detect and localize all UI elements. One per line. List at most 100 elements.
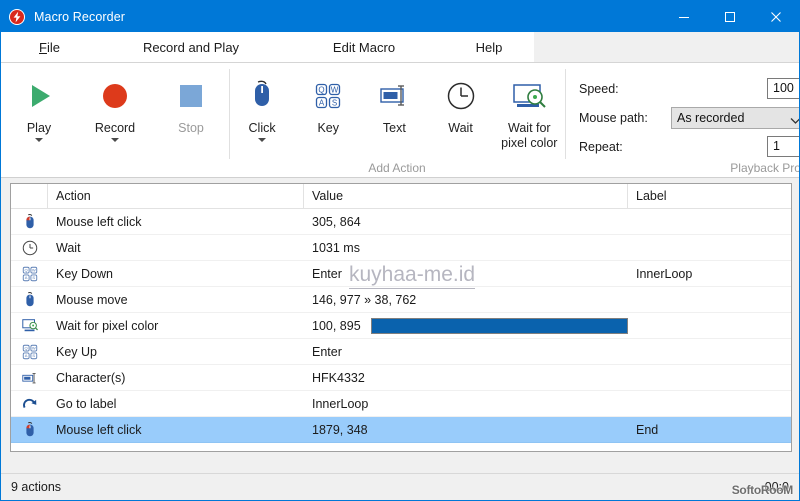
close-button[interactable] [753,1,799,32]
svg-text:A: A [24,353,27,358]
repeat-row: Repeat: 1 [579,133,799,160]
cell-value: 100, 895 [304,313,628,338]
cell-action: Mouse left click [56,422,142,437]
wait-button[interactable]: Wait [427,70,493,136]
tab-help-label: Help [475,39,503,55]
click-button[interactable]: Click [229,70,295,142]
cell-value: Enter [304,261,628,286]
speed-row: Speed: 100 [579,75,799,102]
cell-value: HFK4332 [304,365,628,390]
keyboard-keys-icon: QWAS [11,261,48,286]
table-row[interactable]: Mouse move 146, 977 » 38, 762 [11,287,791,313]
tab-file[interactable]: File [1,32,98,62]
wait-for-pixel-color-label: Wait for pixel color [501,121,558,150]
column-header-icon[interactable] [11,184,48,208]
action-list[interactable]: Action Value Label Mouse left click 305, … [10,183,792,452]
cell-action: Wait for pixel color [56,318,159,333]
svg-text:S: S [32,353,35,358]
text-field-icon [374,74,414,118]
play-dropdown-caret[interactable] [35,138,43,142]
table-row[interactable]: Q W A S Key Up Enter [11,339,791,365]
mouse-path-select[interactable]: As recorded [671,106,799,129]
add-action-group-label: Add Action [368,161,426,175]
monitor-magnifier-icon [11,313,48,338]
cell-value-text: Enter [312,266,342,281]
tab-record-and-play[interactable]: Record and Play [98,32,284,62]
cell-label [628,313,791,338]
mouse-path-row: Mouse path: As recorded [579,104,799,131]
svg-text:W: W [331,86,339,95]
table-header-row: Action Value Label [11,184,791,209]
click-label: Click [248,121,276,135]
cell-label: InnerLoop [636,266,693,281]
repeat-label: Repeat: [579,139,623,154]
ribbon-group-add-action: Click QW AS Key Text Wait Wait for pixel… [229,63,565,177]
play-label: Play [26,121,52,135]
pixel-color-swatch[interactable] [370,317,628,334]
ribbon-group-playback-properties: Speed: 100 Mouse path: As recorded Repea… [565,63,799,177]
cell-action: Character(s) [56,370,126,385]
svg-text:S: S [32,275,35,280]
mouse-path-value: As recorded [677,110,745,125]
key-button[interactable]: QW AS Key [295,70,361,136]
text-label: Text [382,121,406,135]
elapsed-time-label: 00:0 [764,480,789,494]
clock-icon [441,74,481,118]
cell-value-text: 1879, 348 [312,422,368,437]
cell-action: Wait [56,240,81,255]
cell-value-text: 146, 977 » 38, 762 [312,292,417,307]
chevron-down-icon [790,114,799,128]
record-button[interactable]: Record [77,70,153,142]
mouse-move-icon [11,287,48,312]
play-button[interactable]: Play [1,70,77,142]
repeat-input[interactable]: 1 [767,136,799,157]
wait-for-pixel-color-button[interactable]: Wait for pixel color [494,70,565,151]
svg-text:Q: Q [24,345,27,350]
svg-text:Q: Q [24,267,27,272]
playback-properties-group-label: Playback Properties [730,161,799,175]
minimize-button[interactable] [661,1,707,32]
tab-help[interactable]: Help [444,32,534,62]
svg-text:W: W [31,345,35,350]
table-row[interactable]: Go to label InnerLoop [11,391,791,417]
cell-value: 146, 977 » 38, 762 [304,287,628,312]
cell-value-text: 305, 864 [312,214,361,229]
speed-input[interactable]: 100 [767,78,799,99]
cell-label [628,235,791,260]
table-row[interactable]: Wait for pixel color 100, 895 [11,313,791,339]
stop-button[interactable]: Stop [153,70,229,136]
tab-edit-macro[interactable]: Edit Macro [284,32,444,62]
cell-label [628,287,791,312]
table-row[interactable]: Mouse left click 305, 864 [11,209,791,235]
tab-record-and-play-label: Record and Play [142,39,240,55]
maximize-button[interactable] [707,1,753,32]
table-row[interactable]: Character(s) HFK4332 [11,365,791,391]
text-button[interactable]: Text [361,70,427,136]
cell-value: InnerLoop [304,391,628,416]
table-row[interactable]: Mouse left click 1879, 348 End [11,417,791,443]
svg-text:W: W [31,267,35,272]
cell-label [628,209,791,234]
table-row[interactable]: Q W A S Key Down Enter InnerLoop [11,261,791,287]
record-label: Record [94,121,136,135]
cell-action: Mouse left click [56,214,142,229]
column-header-action[interactable]: Action [48,184,304,208]
cell-value-text: 100, 895 [312,318,361,333]
record-dropdown-caret[interactable] [111,138,119,142]
column-header-value[interactable]: Value [304,184,628,208]
table-body: Mouse left click 305, 864 Wait 1031 ms Q W A S K… [11,209,791,443]
lightning-bolt-icon [8,8,26,26]
cell-action: Go to label [56,396,117,411]
window-title: Macro Recorder [34,9,126,24]
mouse-path-label: Mouse path: [579,110,648,125]
cell-value: 305, 864 [304,209,628,234]
click-dropdown-caret[interactable] [258,138,267,142]
column-header-label[interactable]: Label [628,184,791,208]
ribbon-group-playback: Play Record Stop [1,63,229,177]
table-row[interactable]: Wait 1031 ms [11,235,791,261]
goto-arrow-icon [11,391,48,416]
cell-value: 1031 ms [304,235,628,260]
svg-text:Q: Q [319,86,325,95]
stop-label: Stop [178,121,204,135]
cell-value-text: HFK4332 [312,370,365,385]
